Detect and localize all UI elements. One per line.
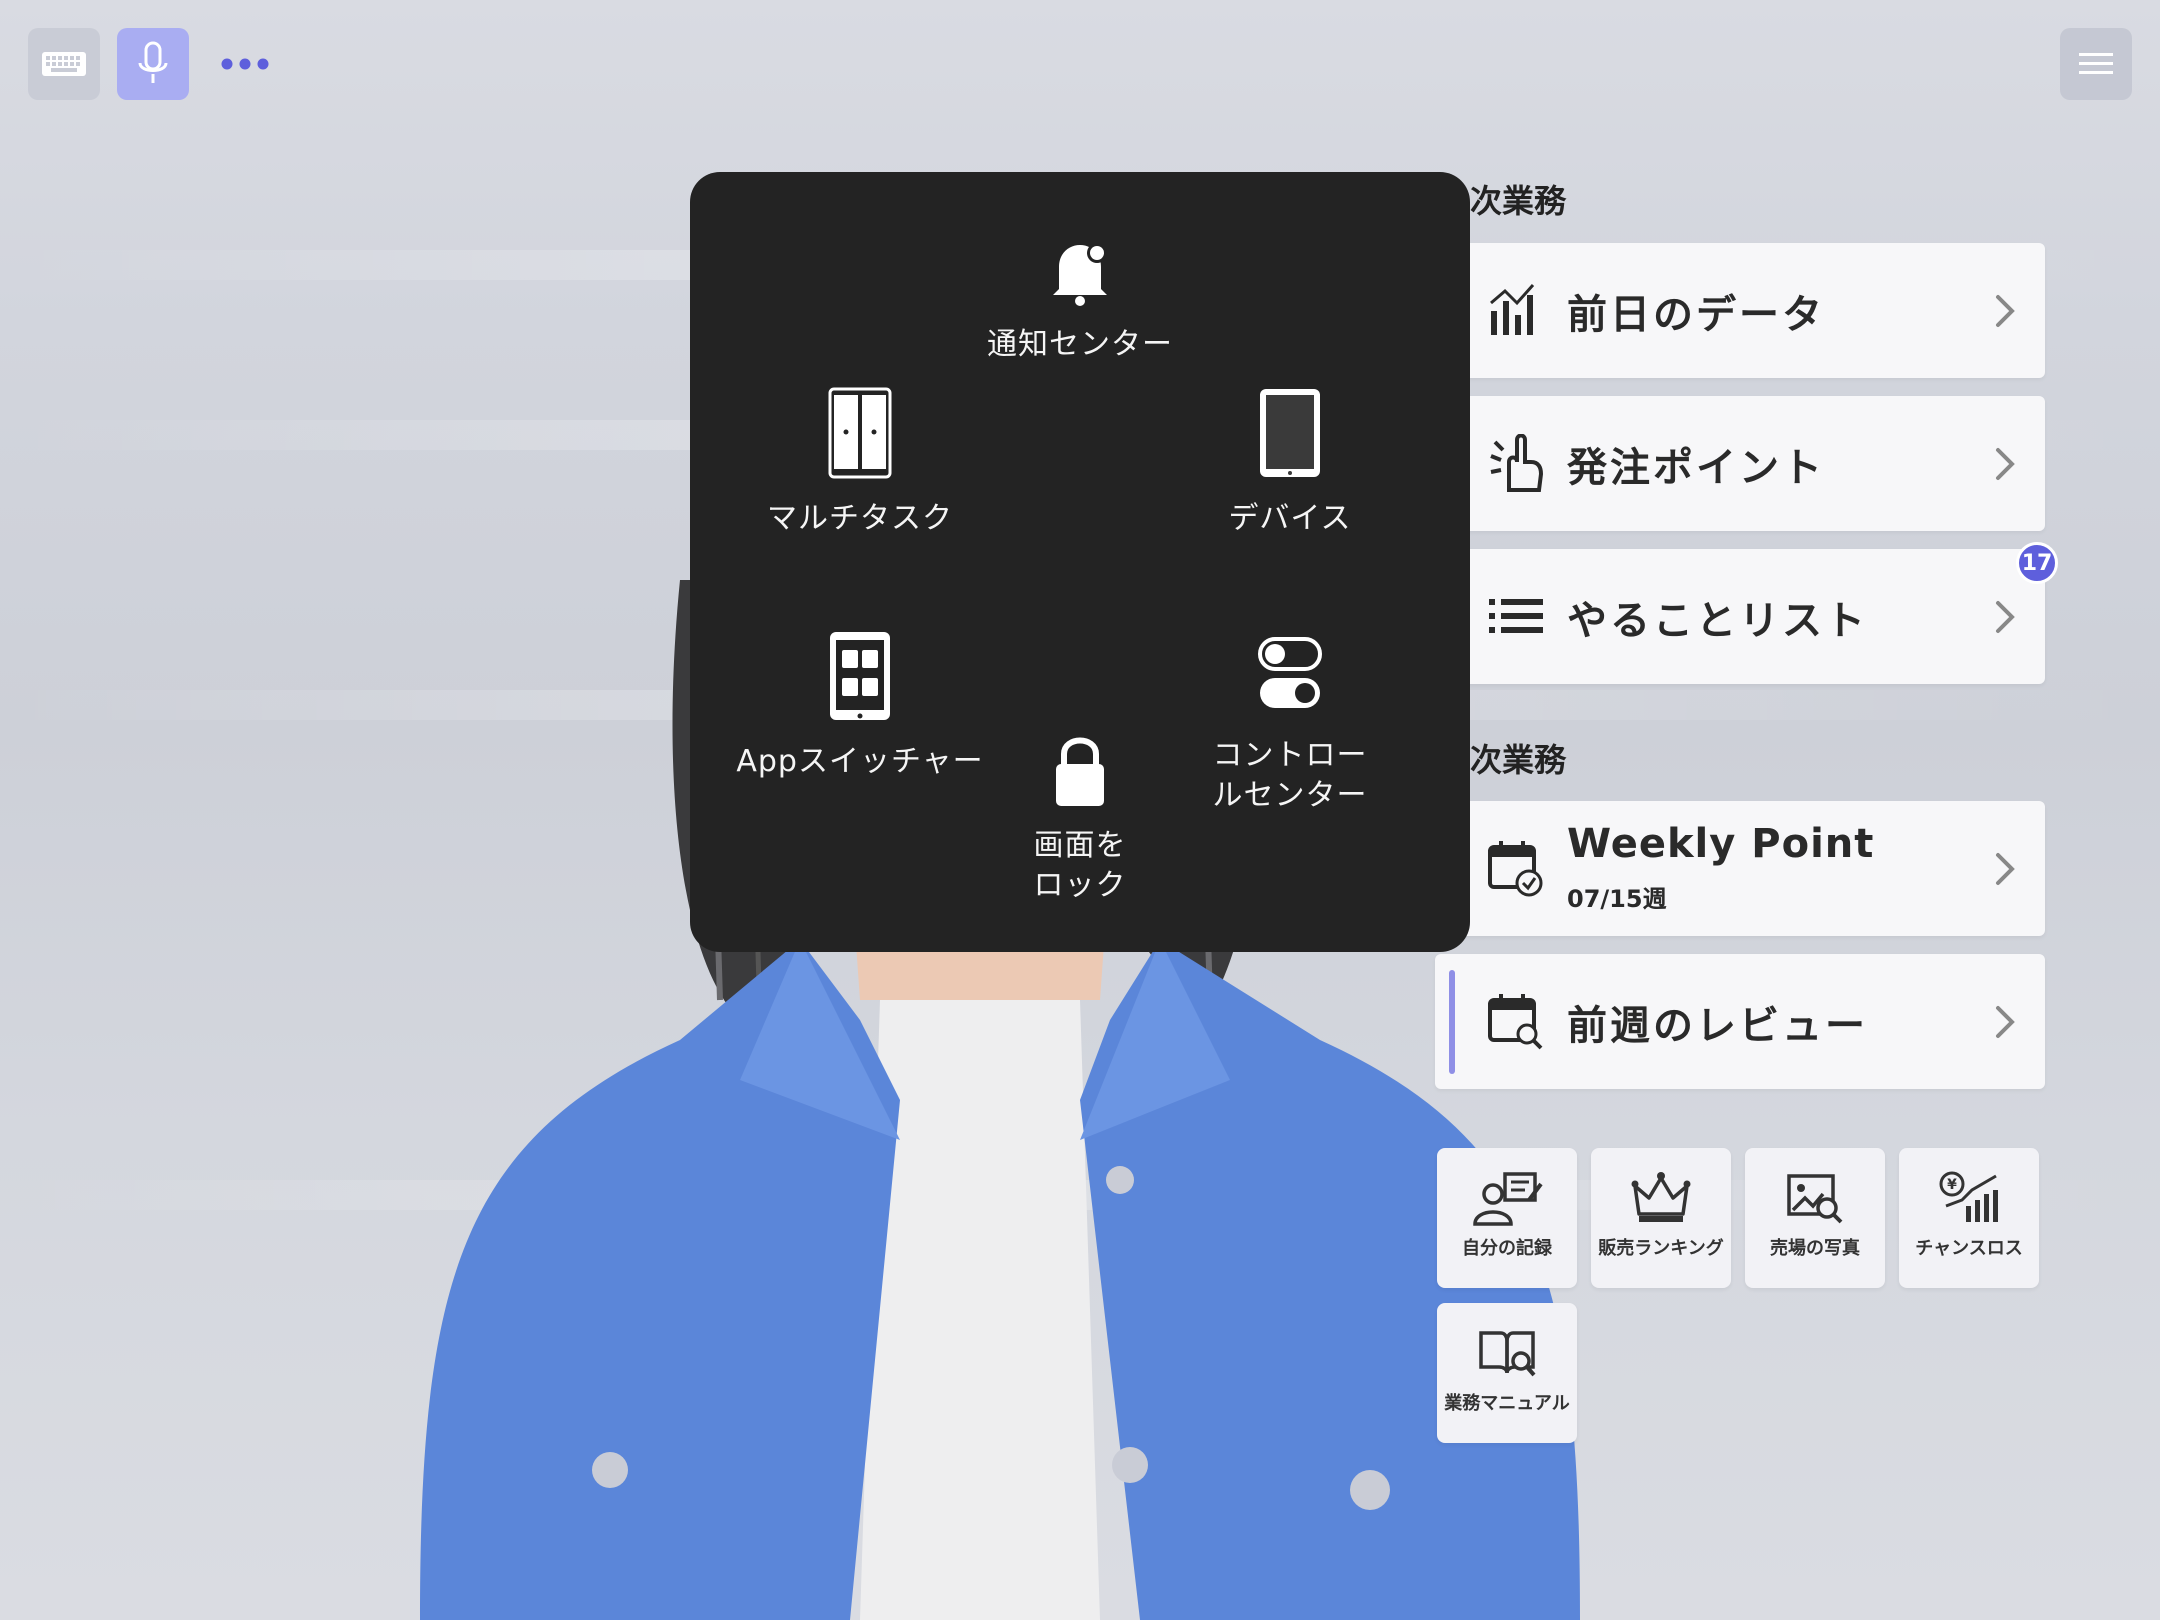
microphone-button[interactable] (117, 28, 189, 100)
card-label: 前日のデータ (1567, 291, 1825, 338)
assistive-touch-menu: 通知センター マルチタスク デバイス Appスイッチャー 画面を ロック コント… (690, 172, 1470, 952)
device-button[interactable]: デバイス (1190, 387, 1390, 539)
multitask-button[interactable]: マルチタスク (730, 387, 990, 539)
crown-icon (1631, 1172, 1691, 1222)
todo-count-badge: 17 (2016, 542, 2058, 584)
card-label: やることリスト (1567, 597, 1868, 644)
tile-label: 自分の記録 (1462, 1238, 1552, 1259)
work-manual-tile[interactable]: 業務マニュアル (1437, 1303, 1577, 1443)
bar-chart-icon (1490, 284, 1535, 335)
lock-icon (1056, 737, 1104, 806)
device-label: デバイス (1228, 501, 1352, 536)
tablet-icon (1260, 389, 1320, 477)
week-date-label: 07/15週 (1567, 885, 1667, 913)
chance-loss-tile[interactable]: ¥ チャンスロス (1899, 1148, 2039, 1288)
photo-search-icon (1787, 1174, 1843, 1224)
lock-screen-label: 画面を ロック (1033, 828, 1127, 903)
todo-list-card[interactable]: やることリスト (1435, 549, 2045, 684)
calendar-check-icon (1488, 841, 1543, 897)
selection-indicator (1449, 970, 1455, 1074)
bell-icon (1053, 243, 1107, 306)
book-search-icon (1479, 1331, 1536, 1377)
chevron-right-icon (1996, 853, 2015, 885)
yen-chart-icon: ¥ (1939, 1171, 1998, 1222)
control-center-label: コントロー ルセンター (1212, 738, 1368, 813)
lock-screen-button[interactable]: 画面を ロック (960, 732, 1200, 906)
hamburger-menu-icon (2079, 53, 2113, 74)
keyboard-icon (42, 52, 86, 76)
order-point-card[interactable]: 発注ポイント (1435, 396, 2045, 531)
daily-section-title: 次業務 (1470, 182, 1567, 220)
sales-ranking-tile[interactable]: 販売ランキング (1591, 1148, 1731, 1288)
control-center-button[interactable]: コントロー ルセンター (1190, 636, 1390, 816)
my-records-tile[interactable]: 自分の記録 (1437, 1148, 1577, 1288)
store-photos-tile[interactable]: 売場の写真 (1745, 1148, 1885, 1288)
ellipsis-icon (221, 58, 269, 70)
card-label: Weekly Point (1567, 821, 1875, 867)
chevron-right-icon (1996, 1006, 2015, 1038)
toggle-switch-icon (1258, 637, 1322, 708)
multitask-icon (828, 387, 892, 479)
weekly-section-title: 次業務 (1470, 741, 1567, 779)
chevron-right-icon (1996, 601, 2015, 633)
app-switcher-button[interactable]: Appスイッチャー (720, 630, 1000, 782)
microphone-icon (138, 41, 168, 83)
chevron-right-icon (1996, 448, 2015, 480)
card-label: 前週のレビュー (1567, 1002, 1868, 1049)
card-label: 発注ポイント (1567, 444, 1825, 491)
list-icon (1489, 599, 1543, 633)
app-switcher-label: Appスイッチャー (736, 744, 984, 779)
more-options-button[interactable] (205, 28, 285, 100)
tile-label: 販売ランキング (1598, 1238, 1724, 1259)
app-switcher-icon (830, 632, 890, 720)
keyboard-button[interactable] (28, 28, 100, 100)
svg-text:¥: ¥ (1947, 1177, 1957, 1193)
chevron-right-icon (1996, 295, 2015, 327)
hamburger-menu-button[interactable] (2060, 28, 2132, 100)
tile-label: 業務マニュアル (1444, 1393, 1570, 1414)
previous-week-review-card[interactable]: 前週のレビュー (1435, 954, 2045, 1089)
calendar-search-icon (1488, 994, 1543, 1050)
notification-center-label: 通知センター (987, 327, 1173, 362)
multitask-label: マルチタスク (767, 501, 953, 536)
tile-label: 売場の写真 (1770, 1238, 1860, 1259)
previous-day-data-card[interactable]: 前日のデータ (1435, 243, 2045, 378)
tile-label: チャンスロス (1915, 1238, 2023, 1259)
person-note-icon (1473, 1172, 1543, 1226)
weekly-point-card[interactable]: Weekly Point 07/15週 (1435, 801, 2045, 936)
notification-center-button[interactable]: 通知センター (960, 237, 1200, 365)
pointing-hand-icon (1490, 434, 1544, 492)
